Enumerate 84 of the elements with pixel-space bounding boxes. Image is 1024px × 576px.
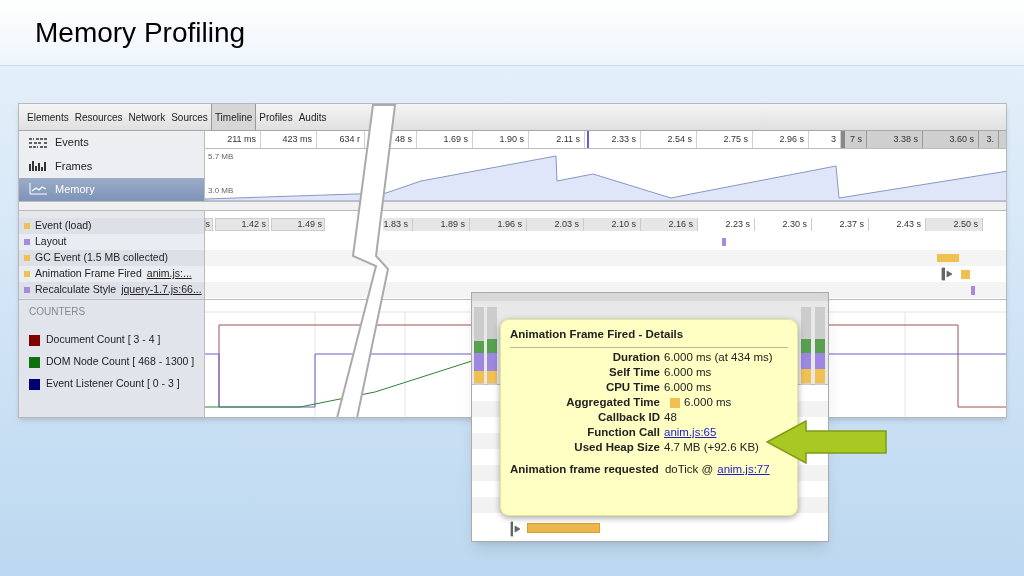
detail-label: Aggregated Time <box>565 395 660 411</box>
time-tick: s <box>205 218 213 231</box>
detail-label: Duration <box>611 350 660 366</box>
time-tick: 1.69 s <box>443 132 468 146</box>
time-tick: 7 s <box>850 132 862 146</box>
layout-record-bar[interactable] <box>722 238 726 246</box>
time-tick: 2.96 s <box>779 132 804 146</box>
view-item[interactable]: Frames <box>19 154 204 178</box>
panel-tab[interactable]: Network <box>125 104 169 130</box>
time-tick: 1.90 s <box>499 132 524 146</box>
memory-min-label: 3.0 MB <box>208 185 234 197</box>
panel-tab[interactable]: Resources <box>71 104 126 130</box>
detail-value: 6.000 ms <box>664 365 712 381</box>
detail-label: Callback ID <box>597 410 660 426</box>
time-tick: 2.03 s <box>527 218 584 231</box>
time-tick: 1.42 s <box>215 218 269 231</box>
detail-value: 48 <box>664 410 677 426</box>
splitter-bar[interactable] <box>19 201 1006 211</box>
time-tick: 2.23 s <box>698 218 755 231</box>
detail-label: CPU Time <box>604 380 660 396</box>
time-tick: 48 s <box>395 132 412 146</box>
tooltip-title: Animation Frame Fired - Details <box>510 326 788 349</box>
color-swatch <box>670 397 680 408</box>
counter-label: Event Listener Count [ 0 - 3 ] <box>46 376 180 392</box>
time-tick: 2.37 s <box>812 218 869 231</box>
detail-label: Function Call <box>586 425 660 441</box>
time-tick: 3.60 s <box>949 132 974 146</box>
animation-record-bar[interactable] <box>961 270 970 279</box>
time-tick: 2.75 s <box>723 132 748 146</box>
source-link[interactable]: anim.js:77 <box>717 461 770 479</box>
counter-label: DOM Node Count [ 468 - 1300 ] <box>46 354 195 370</box>
record-item[interactable]: GC Event (1.5 MB collected) <box>19 250 204 266</box>
detail-label: Self Time <box>608 365 660 381</box>
events-icon <box>29 137 47 148</box>
bar-chart-icon <box>29 160 47 172</box>
time-tick: 634 r <box>339 132 360 146</box>
panel-tab[interactable]: Elements <box>24 104 72 130</box>
panel-tab[interactable]: Timeline <box>210 104 257 130</box>
detail-label: Animation frame requested <box>510 462 659 478</box>
counter-label: Document Count [ 3 - 4 ] <box>46 332 161 348</box>
time-tick: 211 ms <box>227 132 256 146</box>
detail-label: Used Heap Size <box>573 440 660 456</box>
time-tick: 1.96 s <box>470 218 527 231</box>
time-tick: 3 <box>831 132 836 146</box>
counters-header: COUNTERS <box>28 305 87 319</box>
panel-tab[interactable]: Audits <box>295 104 330 130</box>
panel-tab[interactable]: Sources <box>168 104 211 130</box>
record-item[interactable]: Animation Frame Fired anim.js:... <box>19 266 204 282</box>
detail-value: 4.7 MB (+92.6 KB) <box>664 440 759 456</box>
source-link[interactable]: jquery-1.7.js:66... <box>121 282 202 298</box>
range-selection[interactable]: 7 s 3.38 s 3.60 s 3. <box>841 131 1006 148</box>
memory-max-label: 5.7 MB <box>208 151 234 163</box>
detail-value: 6.000 ms <box>684 395 732 411</box>
time-tick: 3.38 s <box>893 132 918 146</box>
time-tick: 2.50 s <box>926 218 983 231</box>
record-item[interactable]: Event (load) <box>19 218 204 234</box>
time-tick: 2.10 s <box>584 218 641 231</box>
detail-value: 6.000 ms <box>664 380 712 396</box>
time-tick: 3. <box>986 132 994 146</box>
source-link[interactable]: anim.js:65 <box>664 424 717 442</box>
time-tick: 2.33 s <box>611 132 636 146</box>
expand-triangle-icon[interactable] <box>941 267 953 281</box>
record-item[interactable]: Layout <box>19 234 204 250</box>
time-tick: 1.83 s <box>383 218 413 231</box>
time-tick: 1.89 s <box>413 218 470 231</box>
expand-triangle-icon[interactable] <box>510 521 522 537</box>
panel-tab[interactable]: Profiles <box>256 104 296 130</box>
line-graph-icon <box>29 183 47 196</box>
slide-title: Memory Profiling <box>35 15 246 50</box>
view-item[interactable]: Events <box>19 131 204 155</box>
gc-record-bar[interactable] <box>937 254 959 262</box>
time-tick: 2.54 s <box>667 132 692 146</box>
style-record-bar[interactable] <box>971 286 975 295</box>
animation-record-bar[interactable] <box>527 523 600 533</box>
time-tick: 2.30 s <box>755 218 812 231</box>
time-tick: 2.11 s <box>556 132 580 146</box>
time-tick: 2.16 s <box>641 218 698 231</box>
record-item[interactable]: Recalculate Style jquery-1.7.js:66... <box>19 282 204 298</box>
time-tick: 1.49 s <box>271 218 325 231</box>
detail-value: 6.000 ms (at 434 ms) <box>664 350 773 366</box>
source-link[interactable]: anim.js:... <box>146 266 192 282</box>
detail-value: doTick @ <box>664 462 714 478</box>
selection-marker <box>587 131 589 148</box>
time-tick: 423 ms <box>282 132 312 146</box>
